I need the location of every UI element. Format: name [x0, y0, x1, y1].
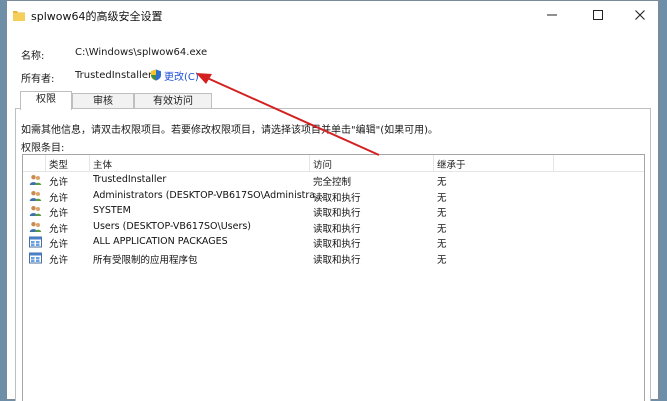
minimize-button[interactable]: [540, 5, 564, 25]
table-row[interactable]: 允许 SYSTEM 读取和执行 无: [23, 204, 644, 219]
row-access: 读取和执行: [313, 223, 361, 235]
app-package-icon: [29, 252, 42, 264]
table-header: 类型 主体 访问 继承于: [23, 155, 644, 172]
owner-label: 所有者:: [21, 74, 55, 85]
column-header-type[interactable]: 类型: [49, 157, 68, 171]
table-row[interactable]: 允许 TrustedInstaller 完全控制 无: [23, 173, 644, 188]
row-type: 允许: [49, 208, 69, 219]
row-inherited-from: 无: [437, 239, 447, 250]
row-principal: SYSTEM: [93, 205, 131, 216]
row-principal: ALL APPLICATION PACKAGES: [93, 236, 228, 247]
column-header-principal[interactable]: 主体: [93, 157, 112, 171]
title-bar[interactable]: splwow64的高级安全设置: [7, 1, 658, 29]
row-type: 允许: [49, 239, 69, 250]
user-group-icon: [29, 221, 42, 233]
row-inherited-from: 无: [437, 177, 447, 188]
table-row[interactable]: 允许 Users (DESKTOP-VB617SO\Users) 读取和执行 无: [23, 220, 644, 235]
owner-value: TrustedInstaller: [75, 70, 153, 81]
uac-shield-icon: [151, 69, 161, 81]
row-access: 完全控制: [313, 177, 352, 188]
permission-entries-table[interactable]: 类型 主体 访问 继承于 允许 TrustedInstaller 完全控制无允许 Ad…: [22, 154, 645, 401]
row-type: 允许: [49, 254, 69, 266]
row-principal: Administrators (DESKTOP-VB617SO\Administ…: [93, 189, 325, 201]
user-group-icon: [29, 205, 42, 217]
maximize-button[interactable]: [586, 5, 610, 25]
row-access: 读取和执行: [313, 254, 361, 266]
table-row[interactable]: 允许 ALL APPLICATION PACKAGES 读取和执行 无: [23, 235, 644, 250]
close-icon: [635, 10, 645, 20]
row-inherited-from: 无: [437, 192, 447, 204]
permission-entries-label: 权限条目:: [21, 143, 65, 154]
window-title: splwow64的高级安全设置: [31, 10, 163, 23]
row-type: 允许: [49, 223, 69, 235]
row-access: 读取和执行: [313, 239, 361, 250]
user-group-icon: [29, 174, 42, 186]
folder-icon: [13, 11, 25, 21]
row-inherited-from: 无: [437, 254, 447, 266]
security-settings-window: splwow64的高级安全设置 名称: C:\Windows\splwow64.…: [6, 0, 659, 401]
row-principal: TrustedInstaller: [93, 174, 167, 185]
row-type: 允许: [49, 177, 69, 188]
name-label: 名称:: [21, 51, 45, 62]
table-row[interactable]: 允许 Administrators (DESKTOP-VB617SO\Admini…: [23, 189, 644, 204]
column-header-access[interactable]: 访问: [313, 157, 332, 171]
user-group-icon: [29, 190, 42, 202]
help-text: 如需其他信息，请双击权限项目。若要修改权限项目，请选择该项目并单击"编辑"(如果…: [21, 125, 439, 136]
close-button[interactable]: [628, 5, 652, 25]
table-row[interactable]: 允许 所有受限制的应用程序包 读取和执行 无: [23, 251, 644, 266]
row-access: 读取和执行: [313, 192, 361, 204]
row-inherited-from: 无: [437, 208, 447, 219]
row-type: 允许: [49, 192, 69, 204]
maximize-icon: [593, 10, 603, 20]
row-access: 读取和执行: [313, 208, 361, 219]
minimize-icon: [547, 14, 557, 16]
row-principal: 所有受限制的应用程序包: [93, 254, 198, 266]
app-package-icon: [29, 236, 42, 248]
name-value: C:\Windows\splwow64.exe: [75, 47, 208, 58]
tab-auditing[interactable]: 审核: [72, 93, 134, 109]
row-principal: Users (DESKTOP-VB617SO\Users): [93, 220, 252, 232]
tab-permissions[interactable]: 权限: [20, 91, 72, 110]
row-inherited-from: 无: [437, 223, 447, 235]
tab-effective-access[interactable]: 有效访问: [134, 93, 212, 109]
change-owner-label: 更改(C): [164, 71, 199, 83]
column-header-inherited-from[interactable]: 继承于: [437, 157, 466, 171]
change-owner-link[interactable]: 更改(C): [150, 68, 199, 83]
